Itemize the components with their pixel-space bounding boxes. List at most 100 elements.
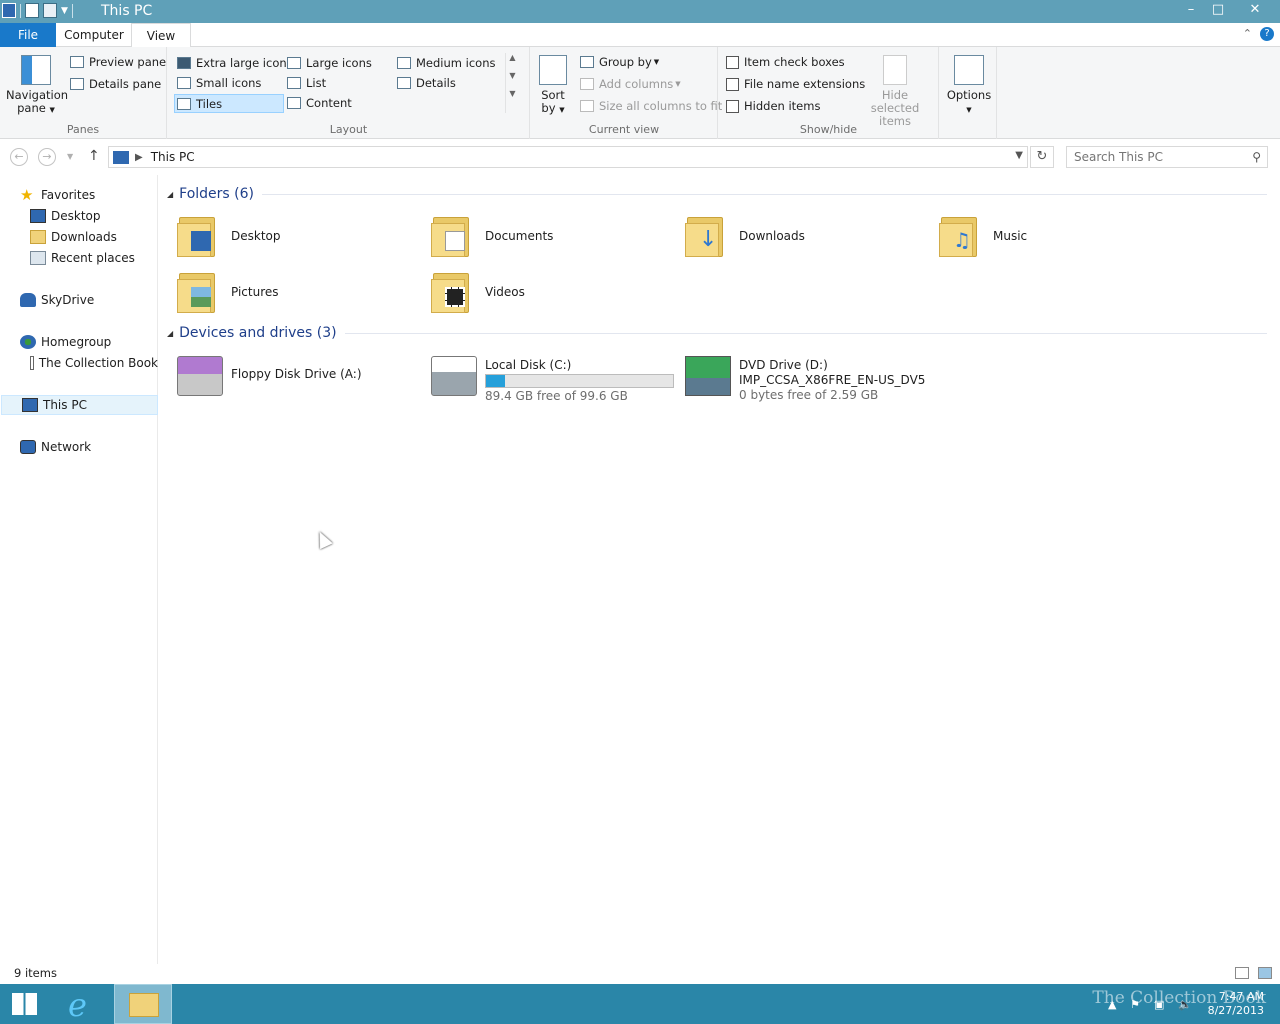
videos-folder-icon [431, 269, 473, 315]
close-button[interactable]: ✕ [1240, 0, 1270, 22]
sort-by-button[interactable]: Sort by ▼ [535, 55, 571, 117]
breadcrumb-chevron-icon[interactable]: ▶ [135, 152, 143, 163]
layout-group-label: Layout [329, 123, 368, 136]
nav-label: Desktop [51, 209, 101, 223]
nav-item-skydrive[interactable]: SkyDrive [0, 290, 158, 310]
details-button[interactable]: Details [397, 76, 456, 90]
properties-icon[interactable] [25, 3, 39, 18]
show-hide-group-label: Show/hide [799, 123, 858, 136]
folder-tile-documents[interactable]: Documents [413, 210, 653, 262]
back-button[interactable]: ← [10, 148, 28, 166]
downloads-folder-icon [30, 230, 46, 244]
options-icon [954, 55, 984, 85]
drive-tile-floppy[interactable]: Floppy Disk Drive (A:) [159, 350, 409, 402]
add-columns-button[interactable]: Add columns ▼ [580, 77, 681, 91]
file-name-extensions-toggle[interactable]: File name extensions [726, 77, 865, 91]
size-all-columns-button[interactable]: Size all columns to fit [580, 99, 722, 113]
navigation-pane-button[interactable]: Navigation pane ▼ [6, 55, 69, 117]
customize-qa-chevron-icon[interactable]: ▼ [61, 6, 68, 16]
folder-tile-music[interactable]: ♫ Music [921, 210, 1161, 262]
preview-pane-button[interactable]: Preview pane [70, 55, 166, 69]
navigation-bar: ← → ▼ ↑ ▶ This PC ▼ ↻ ⚲ [0, 140, 1280, 174]
nav-item-this-pc[interactable]: This PC [1, 395, 158, 415]
hide-selected-items-button[interactable]: Hide selected items [857, 55, 933, 128]
nav-label: Network [41, 440, 92, 454]
folders-header[interactable]: ◢ Folders (6) [167, 186, 1267, 202]
nav-item-desktop[interactable]: Desktop [0, 206, 158, 226]
details-view-button[interactable] [1235, 967, 1249, 979]
search-box[interactable]: ⚲ [1066, 146, 1268, 168]
clock[interactable]: 7:47 AM 8/27/2013 [1208, 990, 1264, 1018]
start-button[interactable] [0, 984, 58, 1024]
folder-tile-downloads[interactable]: ↓ Downloads [667, 210, 907, 262]
drive-tile-local-disk[interactable]: Local Disk (C:) 89.4 GB free of 99.6 GB [413, 350, 674, 403]
folder-tile-videos[interactable]: Videos [413, 266, 653, 318]
tab-computer[interactable]: Computer [58, 23, 130, 47]
address-bar[interactable]: ▶ This PC ▼ [108, 146, 1028, 168]
tiles-button[interactable]: Tiles [174, 94, 284, 113]
list-button[interactable]: List [287, 76, 326, 90]
folder-tile-desktop[interactable]: Desktop [159, 210, 399, 262]
collapse-triangle-icon[interactable]: ◢ [167, 190, 173, 199]
content-button[interactable]: Content [287, 96, 352, 110]
drive-tile-dvd[interactable]: DVD Drive (D:) IMP_CCSA_X86FRE_EN-US_DV5… [667, 350, 925, 402]
details-icon [397, 77, 411, 89]
search-input[interactable] [1067, 147, 1237, 167]
large-icons-label: Large icons [306, 56, 372, 70]
dropdown-arrow-icon: ▼ [966, 106, 972, 114]
address-dropdown-icon[interactable]: ▼ [1015, 150, 1023, 161]
refresh-button[interactable]: ↻ [1030, 146, 1054, 168]
details-pane-button[interactable]: Details pane [70, 77, 161, 91]
new-folder-icon[interactable] [43, 3, 57, 18]
breadcrumb-this-pc[interactable]: This PC [151, 150, 195, 164]
nav-item-collection-book[interactable]: The Collection Book [0, 353, 158, 373]
file-explorer-icon [129, 993, 159, 1017]
nav-item-network[interactable]: Network [0, 437, 158, 457]
taskbar-file-explorer[interactable] [114, 984, 172, 1024]
app-icon[interactable] [2, 3, 16, 18]
maximize-button[interactable]: □ [1203, 0, 1233, 22]
nav-item-homegroup[interactable]: Homegroup [0, 332, 158, 352]
large-icons-button[interactable]: Large icons [287, 56, 372, 70]
nav-item-recent-places[interactable]: Recent places [0, 248, 158, 268]
volume-icon[interactable]: 🔈 [1178, 998, 1192, 1011]
item-check-boxes-checkbox[interactable] [726, 55, 739, 69]
network-tray-icon[interactable]: ▣ [1154, 998, 1164, 1011]
search-icon[interactable]: ⚲ [1252, 150, 1261, 164]
qa-separator [71, 3, 73, 18]
nav-item-downloads[interactable]: Downloads [0, 227, 158, 247]
minimize-ribbon-chevron-icon[interactable]: ⌃ [1243, 27, 1252, 40]
options-button[interactable]: Options ▼ [944, 55, 994, 117]
hidden-items-checkbox[interactable] [726, 99, 739, 113]
internet-explorer-icon: e [68, 986, 87, 1024]
extra-large-icons-button[interactable]: Extra large icons [177, 56, 293, 70]
qa-separator [20, 3, 21, 18]
forward-button[interactable]: → [38, 148, 56, 166]
layout-gallery-scroll[interactable]: ▲ ▼ ▼ [505, 53, 519, 113]
show-hidden-icons-icon[interactable]: ▲ [1108, 998, 1116, 1011]
small-icons-button[interactable]: Small icons [177, 76, 261, 90]
folder-tile-pictures[interactable]: Pictures [159, 266, 399, 318]
large-icons-view-button[interactable] [1258, 967, 1272, 979]
item-check-boxes-toggle[interactable]: Item check boxes [726, 55, 845, 69]
group-by-button[interactable]: Group by ▼ [580, 55, 659, 69]
file-name-extensions-checkbox[interactable] [726, 77, 739, 91]
extra-large-icons-icon [177, 57, 191, 69]
taskbar-internet-explorer[interactable]: e [56, 984, 114, 1024]
navigation-pane-label: Navigation pane [6, 88, 69, 115]
hidden-items-toggle[interactable]: Hidden items [726, 99, 820, 113]
up-button[interactable]: ↑ [88, 148, 100, 164]
tab-file[interactable]: File [0, 23, 56, 47]
collapse-triangle-icon[interactable]: ◢ [167, 329, 173, 338]
help-icon[interactable]: ? [1260, 27, 1274, 41]
drives-header[interactable]: ◢ Devices and drives (3) [167, 325, 1267, 341]
user-icon [30, 356, 34, 370]
recent-locations-chevron-icon[interactable]: ▼ [67, 152, 73, 161]
tab-view[interactable]: View [131, 23, 191, 48]
nav-item-favorites[interactable]: ★ Favorites [0, 185, 158, 205]
action-center-flag-icon[interactable]: ⚑ [1130, 998, 1140, 1011]
minimize-button[interactable]: – [1176, 0, 1206, 22]
hide-selected-items-icon [883, 55, 907, 85]
group-by-icon [580, 56, 594, 68]
medium-icons-button[interactable]: Medium icons [397, 56, 495, 70]
